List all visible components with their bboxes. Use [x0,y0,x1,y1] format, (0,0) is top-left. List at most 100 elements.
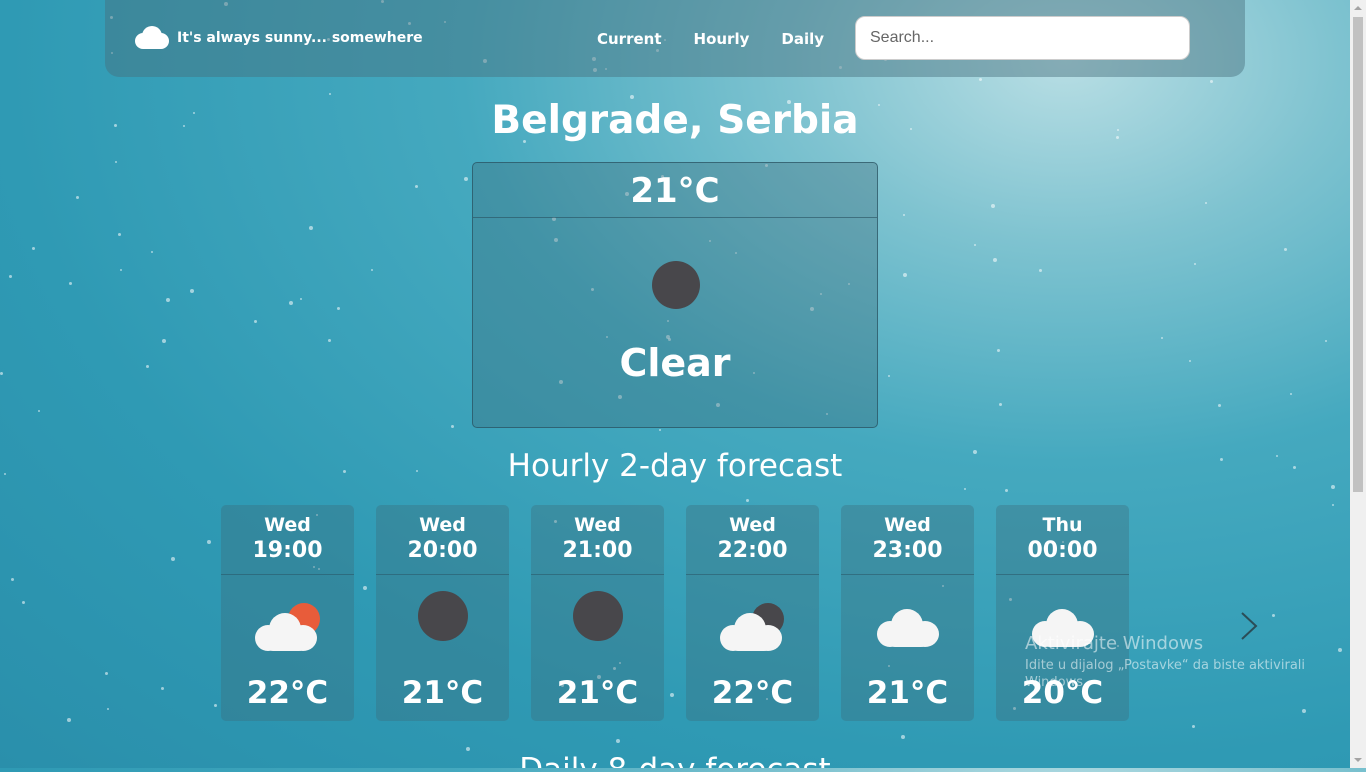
hourly-temperature: 22°C [711,675,794,711]
speckle [903,214,905,216]
hourly-time: 00:00 [1027,538,1098,563]
speckle [69,282,72,285]
speckle [115,161,117,163]
scrollbar-thumb[interactable] [1353,17,1363,492]
speckle [67,718,71,722]
speckle [1284,248,1287,251]
hourly-card-header: Wed 19:00 [221,505,354,575]
speckle [190,289,194,293]
speckle [1192,725,1195,728]
hourly-card-header: Wed 23:00 [841,505,974,575]
speckle [999,403,1002,406]
speckle [328,339,331,342]
speckle [746,499,749,502]
speckle [22,601,25,604]
speckle [162,339,166,343]
current-weather-card: 21°C Clear [472,162,878,428]
partly-cloudy-day-icon [221,595,354,655]
speckle [107,708,109,710]
moon-icon [531,591,664,655]
speckle [329,93,331,95]
nav-daily[interactable]: Daily [781,30,824,48]
speckle [146,365,149,368]
speckle [9,275,12,278]
speckle [1290,393,1292,395]
windows-activation-watermark: Aktivirajte Windows Idite u dijalog „Pos… [1025,633,1305,690]
speckle [616,739,620,743]
hourly-card-header: Wed 20:00 [376,505,509,575]
speckle [38,410,40,412]
hourly-card: Wed 23:00 21°C [841,505,974,721]
hourly-time: 19:00 [252,538,323,563]
speckle [1205,202,1207,204]
search-input[interactable] [855,16,1190,60]
hourly-day: Wed [419,514,466,536]
speckle [1210,80,1213,83]
speckle [1325,340,1327,342]
hourly-day: Thu [1042,514,1083,536]
vertical-scrollbar[interactable] [1350,0,1366,768]
main-nav: Current Hourly Daily [597,30,856,48]
speckle [289,301,293,305]
speckle [670,693,674,697]
cloud-icon [841,595,974,655]
speckle [214,704,217,707]
hourly-temperature: 21°C [401,675,484,711]
speckle [1039,269,1042,272]
hourly-card: Wed 20:00 21°C [376,505,509,721]
scroll-up-arrow[interactable] [1350,0,1366,17]
speckle [118,233,121,236]
hourly-card-header: Wed 22:00 [686,505,819,575]
speckle [11,578,14,581]
hourly-temperature: 22°C [246,675,329,711]
speckle [1332,504,1334,506]
hourly-card: Wed 21:00 21°C [531,505,664,721]
speckle [1005,489,1008,492]
cloud-icon [133,26,169,50]
hourly-day: Wed [264,514,311,536]
nav-hourly[interactable]: Hourly [694,30,750,48]
brand-text: It's always sunny... somewhere [177,30,423,46]
speckle [903,273,907,277]
hourly-time: 23:00 [872,538,943,563]
current-temperature: 21°C [473,163,877,218]
top-navbar: It's always sunny... somewhere Current H… [105,0,1245,77]
speckle [363,586,367,590]
nav-current[interactable]: Current [597,30,662,48]
moon-icon [652,261,700,309]
speckle [1189,360,1191,362]
speckle [0,372,3,375]
speckle [171,557,175,561]
watermark-line-1: Aktivirajte Windows [1025,633,1204,654]
speckle [979,78,982,81]
speckle [76,196,79,199]
speckle [371,269,373,271]
hourly-day: Wed [574,514,621,536]
speckle [991,204,995,208]
speckle [964,488,966,490]
hourly-temperature: 21°C [556,675,639,711]
hourly-card: Wed 19:00 22°C [221,505,354,721]
speckle [997,349,1000,352]
speckle [1161,337,1163,339]
watermark-line-2: Idite u dijalog „Postavke“ da biste akti… [1025,658,1306,673]
scroll-down-arrow[interactable] [1350,751,1366,768]
speckle [337,307,340,310]
speckle [1272,614,1275,617]
current-condition: Clear [619,341,731,385]
brand[interactable]: It's always sunny... somewhere [133,26,423,50]
speckle [451,425,454,428]
speckle [901,735,905,739]
speckle [254,320,257,323]
hourly-card-header: Thu 00:00 [996,505,1129,575]
hourly-temperature: 21°C [866,675,949,711]
speckle [974,244,976,246]
moon-icon [376,591,509,655]
speckle [1194,263,1196,265]
speckle [309,226,313,230]
speckle [993,258,997,262]
speckle [151,251,153,253]
hourly-time: 22:00 [717,538,788,563]
speckle [207,540,211,544]
speckle [161,687,164,690]
